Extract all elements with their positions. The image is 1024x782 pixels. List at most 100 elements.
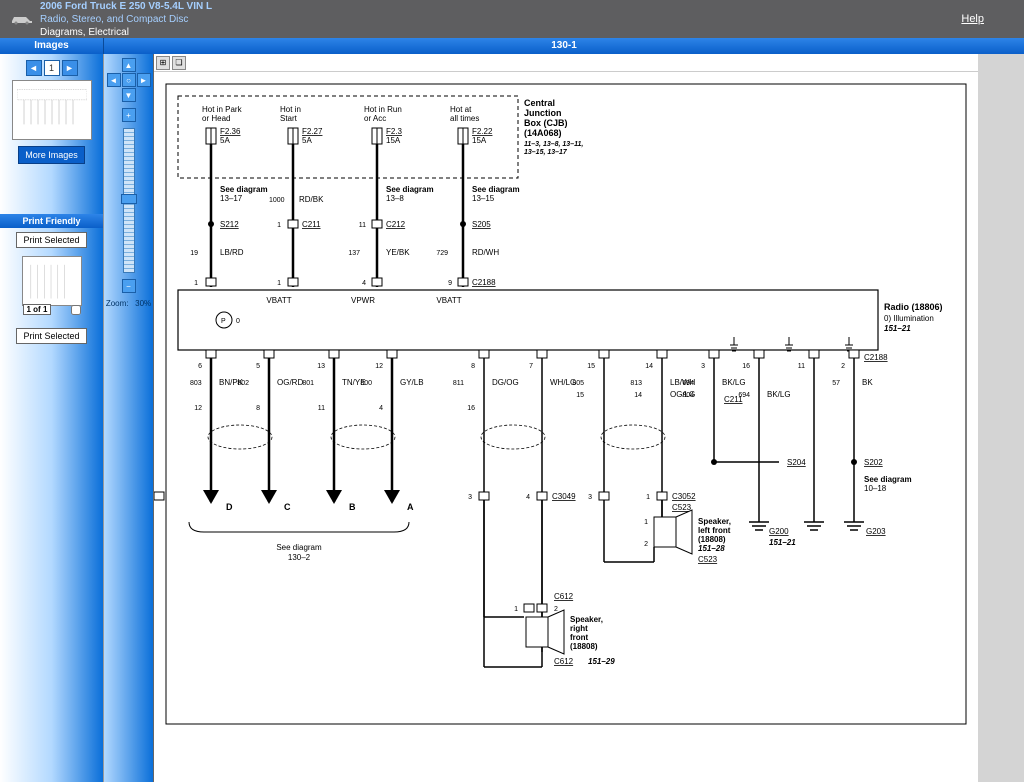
svg-text:1: 1 <box>646 494 650 501</box>
svg-text:10–18: 10–18 <box>864 484 887 493</box>
svg-text:13: 13 <box>317 363 325 370</box>
svg-text:694: 694 <box>682 380 694 387</box>
svg-text:803: 803 <box>190 380 202 387</box>
vehicle-system: Radio, Stereo, and Compact Disc <box>40 13 212 26</box>
svg-text:11: 11 <box>318 405 325 412</box>
pan-down-button[interactable]: ▼ <box>122 88 136 102</box>
svg-text:F2.22: F2.22 <box>472 127 493 136</box>
svg-text:A: A <box>407 502 414 512</box>
svg-text:or Head: or Head <box>202 114 230 123</box>
svg-text:729: 729 <box>436 250 448 257</box>
svg-text:694: 694 <box>738 392 750 399</box>
svg-text:130–2: 130–2 <box>288 553 311 562</box>
svg-text:BK/LG: BK/LG <box>767 390 791 399</box>
svg-text:See diagram: See diagram <box>864 475 912 484</box>
pan-center-button[interactable]: ○ <box>122 73 136 87</box>
svg-text:0) Illumination: 0) Illumination <box>884 314 934 323</box>
print-thumbnail[interactable]: 1 of 1 <box>22 256 82 306</box>
print-friendly-header: Print Friendly <box>0 214 103 228</box>
svg-text:12: 12 <box>194 405 202 412</box>
page-badge: 1 of 1 <box>23 304 52 315</box>
svg-text:C: C <box>284 502 291 512</box>
thumbnail-1[interactable] <box>12 80 92 140</box>
svg-text:C612: C612 <box>554 657 574 666</box>
svg-text:11: 11 <box>798 363 805 370</box>
svg-text:C3052: C3052 <box>672 492 696 501</box>
diagram-pane[interactable]: ⊞ ❏ Central Junction Box (CJB) (14A068) … <box>154 54 978 782</box>
zoom-controls: ▲ ◄○► ▼ + − Zoom: 30% <box>104 54 154 782</box>
svg-text:13–17: 13–17 <box>220 194 243 203</box>
images-header: Images <box>0 38 104 54</box>
page-toolbar: ⊞ ❏ <box>154 54 978 72</box>
svg-text:14: 14 <box>645 363 653 370</box>
svg-text:1000: 1000 <box>269 197 285 204</box>
svg-text:15: 15 <box>576 392 584 399</box>
zoom-label: Zoom: 30% <box>106 299 151 308</box>
zoom-slider-thumb[interactable] <box>121 194 137 204</box>
svg-text:or Acc: or Acc <box>364 114 386 123</box>
svg-text:WH/LG: WH/LG <box>550 378 576 387</box>
thumb-prev-button[interactable]: ◄ <box>26 60 42 76</box>
svg-text:151–28: 151–28 <box>698 544 725 553</box>
pan-up-button[interactable]: ▲ <box>122 58 136 72</box>
svg-text:Box (CJB): Box (CJB) <box>524 118 568 128</box>
svg-text:Hot in Run: Hot in Run <box>364 105 402 114</box>
vehicle-info: 2006 Ford Truck E 250 V8-5.4L VIN L Radi… <box>40 0 212 39</box>
svg-text:C211: C211 <box>302 220 321 229</box>
svg-text:16: 16 <box>467 405 475 412</box>
svg-text:137: 137 <box>348 250 360 257</box>
zoom-in-button[interactable]: + <box>122 108 136 122</box>
svg-text:801: 801 <box>302 380 314 387</box>
pan-left-button[interactable]: ◄ <box>107 73 121 87</box>
svg-text:Junction: Junction <box>524 108 562 118</box>
svg-text:LB/RD: LB/RD <box>220 248 244 257</box>
svg-text:all times: all times <box>450 114 479 123</box>
svg-text:C3049: C3049 <box>552 492 576 501</box>
svg-text:C523: C523 <box>672 503 692 512</box>
print-selected-button-1[interactable]: Print Selected <box>16 232 86 248</box>
svg-text:8: 8 <box>256 405 260 412</box>
svg-text:See diagram: See diagram <box>386 185 434 194</box>
svg-text:13–8: 13–8 <box>386 194 404 203</box>
wiring-diagram: Central Junction Box (CJB) (14A068) 11–3… <box>154 72 978 782</box>
svg-text:F2.27: F2.27 <box>302 127 323 136</box>
svg-text:D: D <box>226 502 233 512</box>
svg-text:813: 813 <box>630 380 642 387</box>
svg-text:See diagram: See diagram <box>472 185 520 194</box>
svg-text:Hot in Park: Hot in Park <box>202 105 243 114</box>
svg-text:Speaker,: Speaker, <box>570 615 603 624</box>
svg-text:5: 5 <box>256 363 260 370</box>
svg-text:57: 57 <box>832 380 840 387</box>
svg-text:OG/LG: OG/LG <box>670 390 695 399</box>
svg-text:F2.3: F2.3 <box>386 127 403 136</box>
svg-text:5A: 5A <box>220 136 230 145</box>
print-select-checkbox[interactable] <box>71 305 81 315</box>
vehicle-title: 2006 Ford Truck E 250 V8-5.4L VIN L <box>40 0 212 13</box>
print-selected-button-2[interactable]: Print Selected <box>16 328 86 344</box>
svg-text:Hot at: Hot at <box>450 105 472 114</box>
svg-text:left front: left front <box>698 526 731 535</box>
svg-text:S205: S205 <box>472 220 491 229</box>
svg-text:Radio (18806): Radio (18806) <box>884 302 943 312</box>
thumb-next-button[interactable]: ► <box>62 60 78 76</box>
svg-text:C612: C612 <box>554 592 574 601</box>
more-images-button[interactable]: More Images <box>18 146 85 164</box>
svg-text:Speaker,: Speaker, <box>698 517 731 526</box>
tool-icon-2[interactable]: ❏ <box>172 56 186 70</box>
svg-text:BK: BK <box>862 378 873 387</box>
zoom-slider[interactable] <box>123 128 135 273</box>
pan-right-button[interactable]: ► <box>137 73 151 87</box>
page-number-header: 130-1 <box>104 38 1024 54</box>
tool-icon-1[interactable]: ⊞ <box>156 56 170 70</box>
svg-text:S212: S212 <box>220 220 239 229</box>
svg-text:P: P <box>221 318 226 325</box>
svg-text:C212: C212 <box>386 220 406 229</box>
svg-text:3: 3 <box>701 363 705 370</box>
svg-text:4: 4 <box>379 405 383 412</box>
svg-text:800: 800 <box>360 380 372 387</box>
svg-text:2: 2 <box>554 606 558 613</box>
svg-text:4: 4 <box>526 494 530 501</box>
help-link[interactable]: Help <box>961 13 984 25</box>
zoom-out-button[interactable]: − <box>122 279 136 293</box>
svg-text:1: 1 <box>514 606 518 613</box>
